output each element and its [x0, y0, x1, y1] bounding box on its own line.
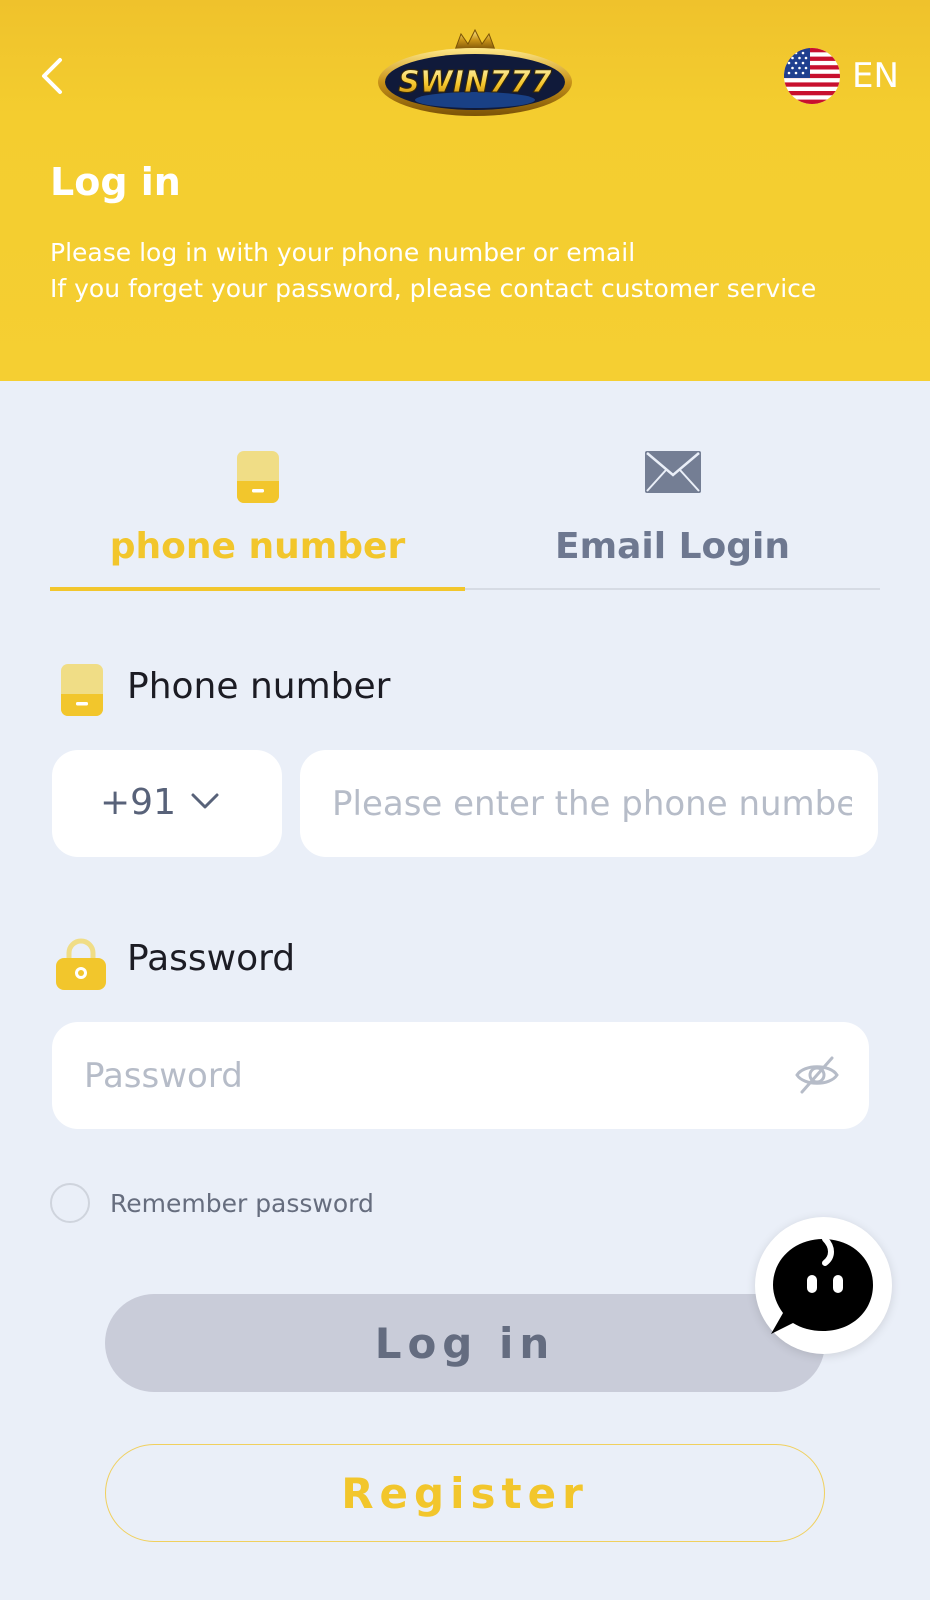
- eye-off-icon[interactable]: [794, 1052, 840, 1098]
- back-button[interactable]: [36, 56, 70, 96]
- tab-divider: [465, 588, 880, 590]
- phone-number-field: [300, 750, 878, 857]
- active-tab-indicator: [50, 587, 465, 591]
- chevron-left-icon: [42, 58, 62, 94]
- register-button[interactable]: Register: [105, 1444, 825, 1542]
- chevron-down-icon: [191, 793, 219, 809]
- remember-password-label: Remember password: [110, 1188, 374, 1218]
- phone-number-label: Phone number: [127, 666, 391, 707]
- password-label: Password: [127, 938, 296, 979]
- subtitle-line2: If you forget your password, please cont…: [50, 274, 817, 303]
- country-code-select[interactable]: +91: [52, 750, 282, 857]
- page-title: Log in: [50, 160, 181, 204]
- lock-icon: [56, 938, 106, 995]
- language-code: EN: [852, 56, 899, 96]
- tab-email-login[interactable]: Email Login: [465, 440, 880, 588]
- language-selector[interactable]: EN: [784, 47, 899, 105]
- tab-email-login-label: Email Login: [554, 526, 791, 567]
- svg-text:SWIN777: SWIN777: [398, 65, 552, 100]
- chat-bubble-icon: [771, 1236, 873, 1334]
- logo: SWIN777: [375, 28, 575, 124]
- phone-icon: [61, 664, 103, 721]
- login-button[interactable]: Log in: [105, 1294, 825, 1392]
- phone-icon: [236, 451, 279, 508]
- header: SWIN777 EN Log in Please log in with you…: [0, 0, 930, 381]
- us-flag-icon: [784, 48, 840, 104]
- tab-phone-number-label: phone number: [109, 526, 406, 567]
- password-input[interactable]: [84, 1022, 764, 1129]
- country-code-value: +91: [100, 782, 176, 823]
- customer-service-button[interactable]: [755, 1217, 892, 1354]
- remember-password-radio[interactable]: [50, 1183, 90, 1223]
- mail-icon: [644, 451, 701, 498]
- remember-password-checkbox[interactable]: Remember password: [50, 1181, 374, 1225]
- login-method-tabs: phone number Email Login: [50, 440, 880, 591]
- tab-phone-number[interactable]: phone number: [50, 440, 465, 591]
- phone-number-input[interactable]: [332, 750, 852, 857]
- subtitle-line1: Please log in with your phone number or …: [50, 238, 636, 267]
- password-field: [52, 1022, 869, 1129]
